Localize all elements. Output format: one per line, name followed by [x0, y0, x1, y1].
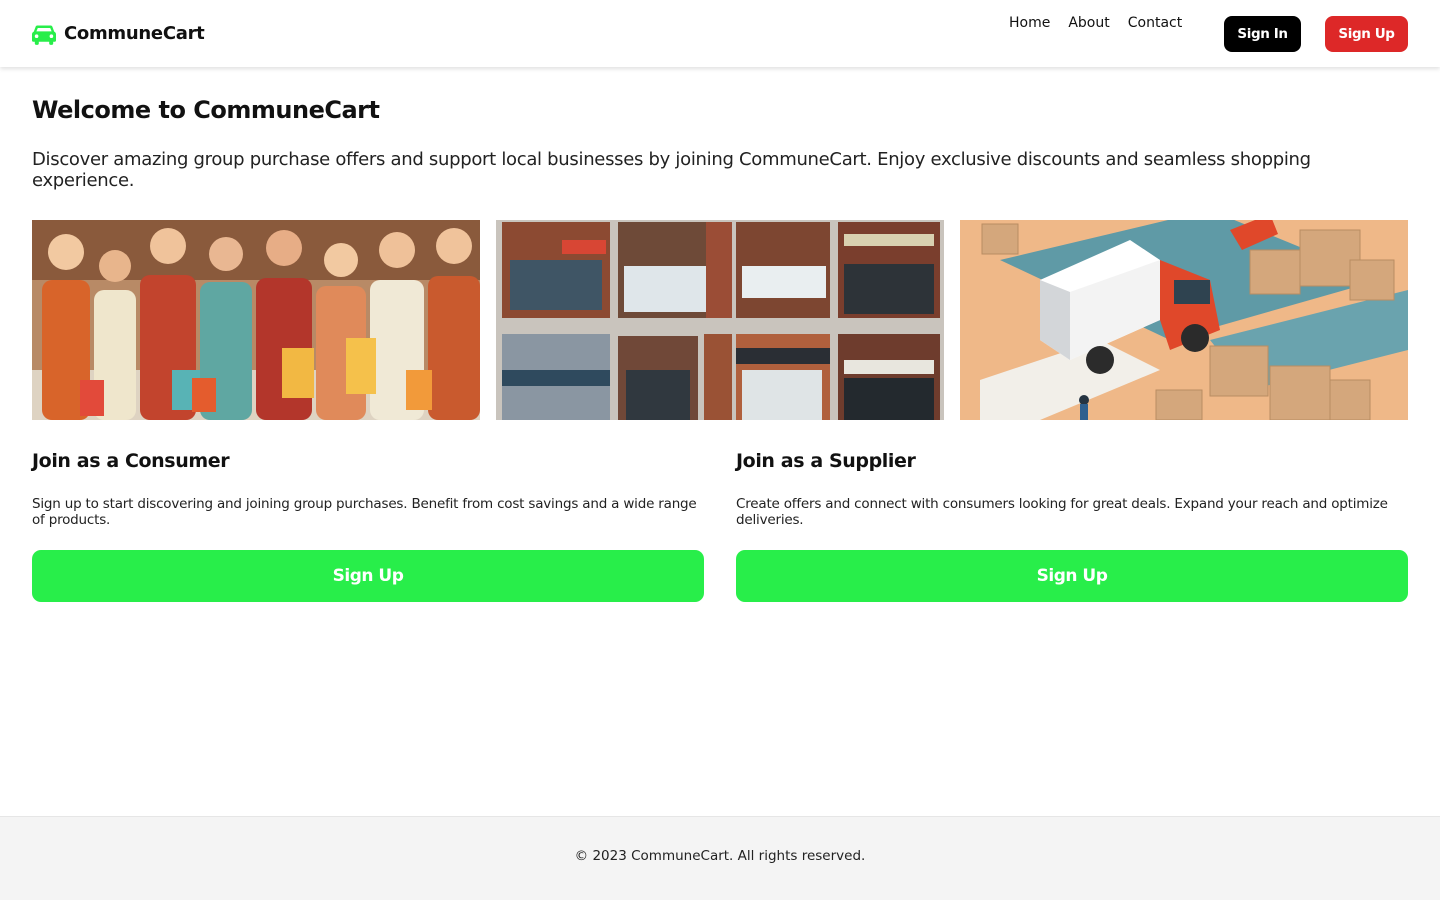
supplier-sign-up-button[interactable]: Sign Up: [736, 550, 1408, 602]
page-title: Welcome to CommuneCart: [32, 96, 380, 124]
storefronts-image: [496, 220, 944, 420]
nav-contact-link[interactable]: Contact: [1128, 15, 1182, 31]
brand-name: CommuneCart: [64, 22, 205, 44]
header-sign-up-button[interactable]: Sign Up: [1325, 16, 1408, 52]
join-cards: Join as a Consumer Sign up to start disc…: [32, 450, 1408, 602]
consumer-card: Join as a Consumer Sign up to start disc…: [32, 450, 704, 602]
nav-home-link[interactable]: Home: [1009, 15, 1050, 31]
car-icon: [32, 25, 56, 45]
intro-text: Discover amazing group purchase offers a…: [32, 149, 1311, 191]
site-header: CommuneCart Home About Contact Sign In S…: [0, 0, 1440, 67]
nav-about-link[interactable]: About: [1068, 15, 1109, 31]
main-nav: Home About Contact: [1000, 15, 1191, 31]
supplier-card: Join as a Supplier Create offers and con…: [736, 450, 1408, 602]
sign-in-button[interactable]: Sign In: [1224, 16, 1301, 52]
consumer-card-title: Join as a Consumer: [32, 450, 230, 472]
brand[interactable]: CommuneCart: [32, 20, 205, 46]
consumer-card-text: Sign up to start discovering and joining…: [32, 496, 697, 528]
consumer-sign-up-button[interactable]: Sign Up: [32, 550, 704, 602]
copyright-text: © 2023 CommuneCart. All rights reserved.: [574, 848, 866, 864]
supplier-card-title: Join as a Supplier: [736, 450, 916, 472]
shoppers-image: [32, 220, 480, 420]
site-footer: © 2023 CommuneCart. All rights reserved.: [0, 816, 1440, 900]
image-gallery: [32, 220, 1408, 420]
delivery-image: [960, 220, 1408, 420]
supplier-card-text: Create offers and connect with consumers…: [736, 496, 1388, 528]
